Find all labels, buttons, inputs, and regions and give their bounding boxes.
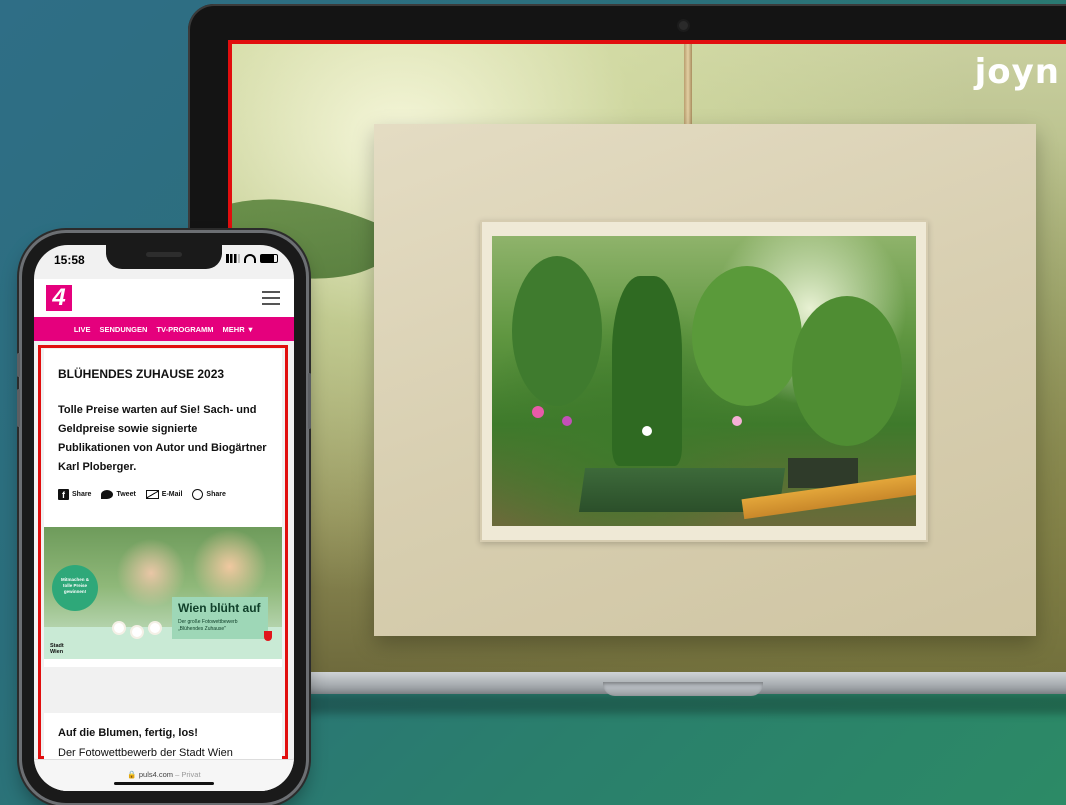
smartphone-device: 15:58 4 LIVE SENDUNGEN TV-PROGRAMM MEHR … [17,233,311,803]
url-domain: puls4.com [138,770,174,779]
garden-photo [492,236,916,526]
hamburger-menu-icon[interactable] [262,291,280,305]
puls4-logo[interactable]: 4 [46,285,72,311]
hanging-rope [684,44,692,134]
volume-button [17,389,20,427]
site-header: 4 [34,279,294,317]
paper-frame [374,124,1036,636]
site-nav: LIVE SENDUNGEN TV-PROGRAMM MEHR ▼ [34,317,294,341]
nav-item-sendungen[interactable]: SENDUNGEN [100,325,148,334]
webcam-icon [679,21,688,30]
power-button [308,373,311,429]
plant [792,296,902,446]
volume-button [17,353,20,377]
flower [532,406,544,418]
phone-notch [106,245,222,269]
signal-icon [226,254,240,263]
plant [692,266,802,406]
url-text: 🔒 puls4.com – Privat [127,770,201,779]
laptop-screen-video: joyn [228,40,1066,678]
battery-icon [260,254,278,263]
laptop-device: joyn [188,4,1066,694]
plant [612,276,682,466]
nav-item-tv-programm[interactable]: TV-PROGRAMM [156,325,213,334]
flower [562,416,572,426]
highlight-frame [38,345,288,759]
browser-url-bar[interactable]: 🔒 puls4.com – Privat [34,759,294,791]
phone-screen: 15:58 4 LIVE SENDUNGEN TV-PROGRAMM MEHR … [34,245,294,791]
second-article-text: Der Fotowettbewerb der Stadt Wien [58,747,233,759]
status-time: 15:58 [54,253,85,267]
joyn-logo: joyn [974,52,1060,92]
nav-item-live[interactable]: LIVE [74,325,91,334]
flower [642,426,652,436]
url-mode: – Privat [175,770,201,779]
speaker-icon [146,252,182,257]
flower [732,416,742,426]
status-icons [226,254,278,263]
wifi-icon [244,254,256,263]
laptop-shadow [296,694,1066,714]
second-article-title: Auf die Blumen, fertig, los! [58,727,198,739]
home-indicator[interactable] [114,782,214,785]
plant [512,256,602,406]
photo-mat [480,220,928,542]
nav-item-mehr[interactable]: MEHR ▼ [223,325,255,334]
